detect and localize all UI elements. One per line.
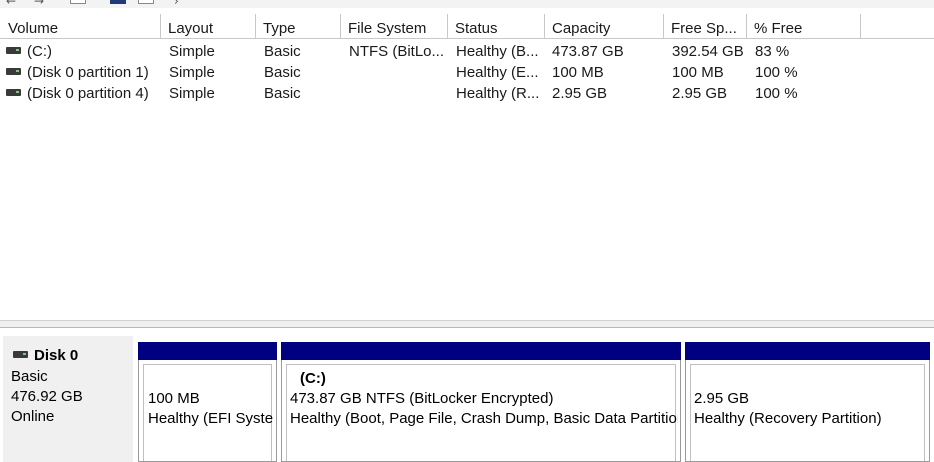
partition-size: 100 MB	[148, 390, 200, 407]
status-cell: Healthy (E...	[456, 64, 539, 81]
column-header-layout[interactable]: Layout	[161, 14, 256, 38]
type-cell: Basic	[264, 85, 301, 102]
column-header-percent-free[interactable]: % Free	[747, 14, 861, 38]
type-cell: Basic	[264, 64, 301, 81]
column-header-capacity[interactable]: Capacity	[545, 14, 664, 38]
partition-status: Healthy (Boot, Page File, Crash Dump, Ba…	[290, 410, 678, 427]
disk-size: 476.92 GB	[11, 388, 83, 405]
status-cell: Healthy (B...	[456, 43, 539, 60]
disk-graphical-view: Disk 0 Basic 476.92 GB Online 100 MB Hea…	[0, 328, 934, 462]
column-header-free-space[interactable]: Free Sp...	[664, 14, 747, 38]
pane-splitter[interactable]	[0, 320, 934, 328]
toolbar-button-2[interactable]	[110, 0, 126, 4]
disk-type: Basic	[11, 368, 48, 385]
column-header-type[interactable]: Type	[256, 14, 341, 38]
layout-cell: Simple	[169, 85, 215, 102]
column-header-file-system[interactable]: File System	[341, 14, 448, 38]
disk-info-panel[interactable]: Disk 0 Basic 476.92 GB Online	[3, 336, 133, 462]
column-header-volume[interactable]: Volume	[0, 14, 161, 38]
percent-free-cell: 83 %	[755, 43, 790, 60]
volume-row[interactable]: (Disk 0 partition 1) Simple Basic Health…	[0, 62, 934, 83]
partition-header-bar	[685, 342, 930, 360]
column-header-status[interactable]: Status	[448, 14, 545, 38]
partition-title: (C:)	[300, 370, 326, 387]
disk-drive-icon	[6, 88, 21, 96]
partition-status: Healthy (EFI Syster	[148, 410, 274, 427]
partition-header-bar	[138, 342, 277, 360]
percent-free-cell: 100 %	[755, 64, 798, 81]
volume-row[interactable]: (Disk 0 partition 4) Simple Basic Health…	[0, 83, 934, 104]
free-space-cell: 2.95 GB	[672, 85, 728, 102]
percent-free-cell: 100 %	[755, 85, 798, 102]
disk-drive-icon	[6, 67, 21, 75]
free-space-cell: 392.54 GB	[672, 43, 744, 60]
volume-row[interactable]: (C:) Simple Basic NTFS (BitLo... Healthy…	[0, 41, 934, 62]
disk-state: Online	[11, 408, 55, 425]
forward-arrow-icon[interactable]: →	[34, 0, 44, 8]
capacity-cell: 2.95 GB	[552, 85, 608, 102]
toolbar-button-3[interactable]	[138, 0, 154, 4]
capacity-cell: 473.87 GB	[552, 43, 624, 60]
status-cell: Healthy (R...	[456, 85, 540, 102]
disk-drive-icon	[13, 350, 28, 358]
capacity-cell: 100 MB	[552, 64, 604, 81]
partition-size: 2.95 GB	[694, 390, 750, 407]
toolbar-arrow-icon[interactable]: ›	[174, 0, 179, 8]
partition-c[interactable]: (C:) 473.87 GB NTFS (BitLocker Encrypted…	[281, 360, 681, 462]
disk-name: Disk 0	[34, 347, 79, 364]
volume-list: Volume Layout Type File System Status Ca…	[0, 14, 934, 320]
free-space-cell: 100 MB	[672, 64, 724, 81]
volume-name: (C:)	[27, 43, 52, 60]
back-arrow-icon[interactable]: ←	[6, 0, 16, 8]
layout-cell: Simple	[169, 64, 215, 81]
partition-size: 473.87 GB NTFS (BitLocker Encrypted)	[290, 390, 554, 407]
type-cell: Basic	[264, 43, 301, 60]
disk-drive-icon	[6, 46, 21, 54]
layout-cell: Simple	[169, 43, 215, 60]
toolbar-button-1[interactable]	[70, 0, 86, 4]
partition-recovery[interactable]: 2.95 GB Healthy (Recovery Partition)	[685, 360, 930, 462]
volume-name: (Disk 0 partition 4)	[27, 85, 149, 102]
partition-status: Healthy (Recovery Partition)	[694, 410, 882, 427]
partition-efi[interactable]: 100 MB Healthy (EFI Syster	[138, 360, 277, 462]
volume-name: (Disk 0 partition 1)	[27, 64, 149, 81]
file-system-cell	[349, 83, 445, 104]
file-system-cell	[349, 62, 445, 83]
file-system-cell: NTFS (BitLo...	[349, 43, 445, 60]
partition-header-bar	[281, 342, 681, 360]
column-header-row: Volume Layout Type File System Status Ca…	[0, 14, 934, 39]
toolbar: ← → ›	[0, 0, 934, 8]
